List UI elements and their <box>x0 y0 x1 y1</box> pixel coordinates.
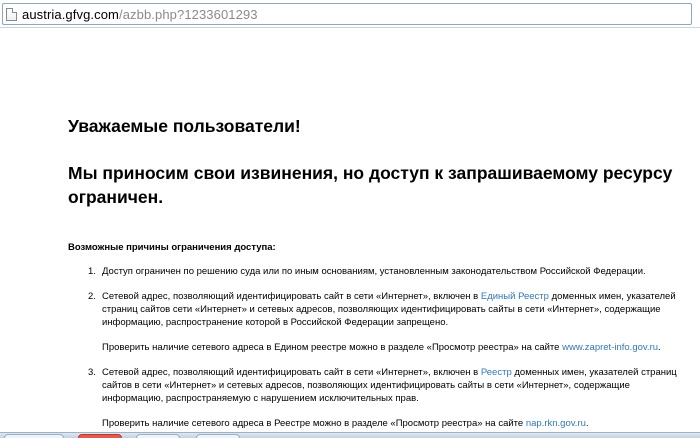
url-text: austria.gfvg.com/azbb.php?1233601293 <box>22 7 258 22</box>
reason-item-1: 1. Доступ ограничен по решению суда или … <box>88 265 678 278</box>
reason-text: Сетевой адрес, позволяющий идентифициров… <box>102 366 678 405</box>
reason-number: 2. <box>88 291 96 302</box>
taskbar-button[interactable] <box>196 434 240 438</box>
reason-text-part: Сетевой адрес, позволяющий идентифициров… <box>102 291 481 302</box>
url-host: austria.gfvg.com <box>22 6 119 22</box>
unified-registry-link[interactable]: Единый Реестр <box>481 291 549 302</box>
reason-number: 3. <box>88 367 96 378</box>
zapret-info-link[interactable]: www.zapret-info.gov.ru <box>562 342 658 353</box>
check-text-part: . <box>658 342 661 353</box>
taskbar-button[interactable] <box>4 434 64 438</box>
browser-window: austria.gfvg.com/azbb.php?1233601293 Ува… <box>0 0 700 438</box>
check-text-part: . <box>585 418 589 429</box>
url-input[interactable]: austria.gfvg.com/azbb.php?1233601293 <box>2 3 692 25</box>
reasons-heading: Возможные причины ограничения доступа: <box>68 242 276 253</box>
reason-number: 1. <box>88 266 96 277</box>
registry-check-text: Проверить наличие сетевого адреса в Реес… <box>102 417 678 430</box>
url-path: /azbb.php?1233601293 <box>118 6 258 22</box>
reason-text-part: Сетевой адрес, позволяющий идентифициров… <box>102 367 481 378</box>
taskbar-button[interactable] <box>136 434 180 438</box>
taskbar <box>0 432 700 438</box>
page-greeting: Уважаемые пользователи! <box>68 116 301 136</box>
taskbar-button-opera[interactable] <box>78 434 122 438</box>
reason-text: Доступ ограничен по решению суда или по … <box>102 266 646 277</box>
reason-text: Сетевой адрес, позволяющий идентифициров… <box>102 290 678 329</box>
page-icon <box>6 7 17 21</box>
reason-item-3: 3. Сетевой адрес, позволяющий идентифици… <box>88 366 678 430</box>
reason-item-2: 2. Сетевой адрес, позволяющий идентифици… <box>88 290 678 354</box>
rkn-link[interactable]: nap.rkn.gov.ru <box>526 418 586 429</box>
registry-check-text: Проверить наличие сетевого адреса в Един… <box>102 341 678 354</box>
reasons-list: 1. Доступ ограничен по решению суда или … <box>88 265 678 430</box>
check-text-part: Проверить наличие сетевого адреса в Реес… <box>102 418 526 429</box>
registry-link[interactable]: Реестр <box>481 367 512 378</box>
check-text-part: Проверить наличие сетевого адреса в Един… <box>102 342 563 353</box>
address-bar: austria.gfvg.com/azbb.php?1233601293 <box>0 0 700 28</box>
page-title: Мы приносим свои извинения, но доступ к … <box>68 163 673 207</box>
